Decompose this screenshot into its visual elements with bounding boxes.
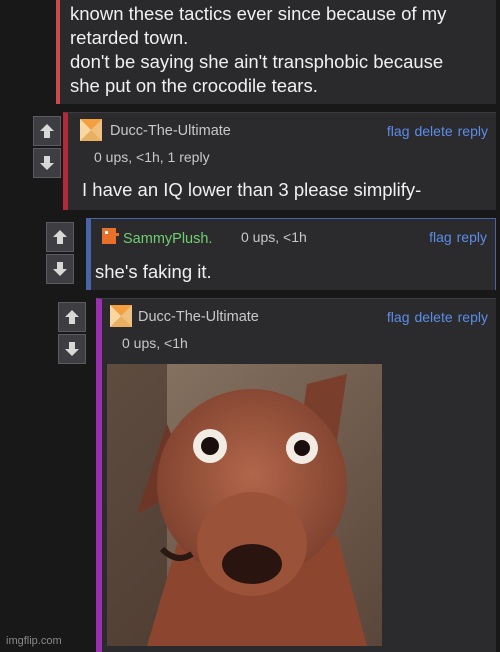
watermark: imgflip.com [6, 635, 62, 647]
downvote-button[interactable] [46, 254, 74, 284]
delete-link[interactable]: delete [414, 309, 452, 325]
comment-line: retarded town. [70, 27, 189, 48]
delete-link[interactable]: delete [414, 123, 452, 139]
comment-actions: flag reply [424, 229, 487, 245]
vote-buttons [46, 222, 74, 284]
arrow-up-icon [65, 310, 79, 324]
dog-illustration [107, 364, 382, 646]
comment-sammyplush: SammyPlush. 0 ups, <1h flag reply she's f… [86, 218, 496, 290]
comment-text: I have an IQ lower than 3 please simplif… [82, 179, 422, 200]
comment-line: don't be saying she ain't transphobic be… [70, 51, 444, 72]
upvote-button[interactable] [58, 302, 86, 332]
comment-meta: 0 ups, <1h [122, 335, 188, 351]
flag-link[interactable]: flag [387, 309, 410, 325]
dog-meme-image[interactable] [107, 364, 382, 646]
comment-actions: flag delete reply [382, 123, 488, 139]
upvote-button[interactable] [46, 222, 74, 252]
username[interactable]: Ducc-The-Ultimate [110, 123, 231, 139]
flag-link[interactable]: flag [387, 123, 410, 139]
parent-comment-text: known these tactics ever since because o… [70, 2, 488, 98]
reply-link[interactable]: reply [458, 123, 488, 139]
comment-line: known these tactics ever since because o… [70, 3, 447, 24]
flag-link[interactable]: flag [429, 229, 452, 245]
reply-link[interactable]: reply [457, 229, 487, 245]
arrow-up-icon [40, 124, 54, 138]
avatar [110, 305, 132, 327]
vote-buttons [58, 302, 86, 364]
comment-ducc-1: Ducc-The-Ultimate flag delete reply 0 ups,… [63, 112, 496, 210]
arrow-down-icon [65, 342, 79, 356]
comment-meta: 0 ups, <1h [241, 229, 307, 245]
avatar [102, 228, 119, 244]
reply-link[interactable]: reply [458, 309, 488, 325]
comment-actions: flag delete reply [382, 309, 488, 325]
comment-text: she's faking it. [95, 261, 212, 282]
avatar [80, 119, 102, 141]
comment-line: she put on the crocodile tears. [70, 75, 318, 96]
arrow-down-icon [40, 156, 54, 170]
arrow-up-icon [53, 230, 67, 244]
username[interactable]: SammyPlush. [123, 231, 212, 247]
arrow-down-icon [53, 262, 67, 276]
downvote-button[interactable] [58, 334, 86, 364]
parent-comment: known these tactics ever since because o… [56, 0, 496, 104]
vote-buttons [33, 116, 61, 178]
downvote-button[interactable] [33, 148, 61, 178]
comment-meta: 0 ups, <1h, 1 reply [94, 149, 210, 165]
username[interactable]: Ducc-The-Ultimate [138, 309, 259, 325]
upvote-button[interactable] [33, 116, 61, 146]
